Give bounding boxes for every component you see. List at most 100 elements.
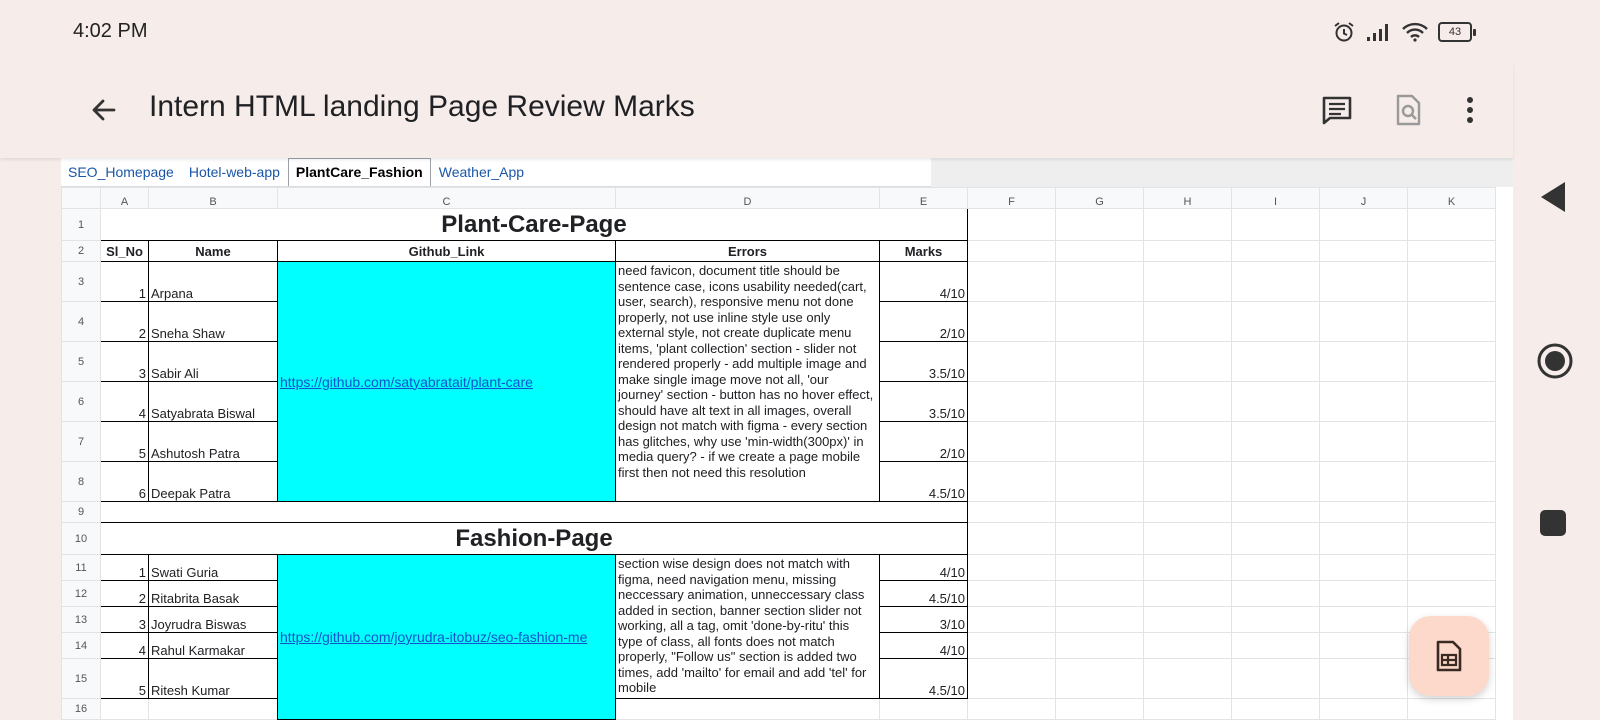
row-header[interactable]: 1 <box>61 208 101 241</box>
row-header[interactable]: 6 <box>61 381 101 422</box>
sl-no-cell[interactable]: 5 <box>100 421 149 462</box>
tab-seo-homepage[interactable]: SEO_Homepage <box>61 159 181 186</box>
name-cell[interactable]: Ritabrita Basak <box>148 580 278 607</box>
marks-cell[interactable]: 3.5/10 <box>879 381 968 422</box>
nav-home-button[interactable] <box>1536 342 1574 385</box>
tab-hotel-web-app[interactable]: Hotel-web-app <box>182 159 287 186</box>
sl-no-cell[interactable]: 3 <box>100 606 149 633</box>
row-header[interactable]: 8 <box>61 461 101 502</box>
spreadsheet-icon <box>1436 640 1462 672</box>
back-button[interactable] <box>84 90 124 130</box>
column-header[interactable]: J <box>1319 187 1408 209</box>
marks-cell[interactable]: 4/10 <box>879 632 968 659</box>
status-bar: 4:02 PM 43 <box>0 0 1513 62</box>
plant-care-title[interactable]: Plant-Care-Page <box>100 208 968 241</box>
name-cell[interactable]: Rahul Karmakar <box>148 632 278 659</box>
column-header[interactable]: A <box>100 187 149 209</box>
marks-cell[interactable]: 4.5/10 <box>879 658 968 699</box>
column-header[interactable]: B <box>148 187 278 209</box>
header-marks[interactable]: Marks <box>879 240 968 262</box>
column-header[interactable]: I <box>1231 187 1320 209</box>
name-cell[interactable]: Sabir Ali <box>148 341 278 382</box>
row-header[interactable]: 7 <box>61 421 101 462</box>
row-header[interactable]: 16 <box>61 698 101 720</box>
errors-cell[interactable]: need favicon, document title should be s… <box>615 261 880 502</box>
open-in-sheets-fab[interactable] <box>1409 616 1489 696</box>
name-cell[interactable]: Swati Guria <box>148 554 278 581</box>
column-header[interactable]: E <box>879 187 968 209</box>
column-header[interactable]: H <box>1143 187 1232 209</box>
name-cell[interactable]: Deepak Patra <box>148 461 278 502</box>
marks-cell[interactable]: 2/10 <box>879 301 968 342</box>
sl-no-cell[interactable]: 1 <box>100 261 149 302</box>
errors-cell[interactable]: section wise design does not match with … <box>615 554 880 699</box>
column-header-row: A B C D E F G H I J K <box>61 187 1496 209</box>
row-header[interactable]: 10 <box>61 522 101 555</box>
fashion-title[interactable]: Fashion-Page <box>100 522 968 555</box>
signal-icon <box>1367 24 1388 41</box>
row-header[interactable]: 4 <box>61 301 101 342</box>
row-header[interactable]: 2 <box>61 240 101 262</box>
table-row: 11 1 Swati Guria https://github.com/joyr… <box>61 554 1496 720</box>
marks-cell[interactable]: 4/10 <box>879 261 968 302</box>
column-header[interactable]: C <box>277 187 616 209</box>
find-in-document-button[interactable] <box>1388 90 1428 130</box>
marks-cell[interactable]: 4.5/10 <box>879 580 968 607</box>
battery-indicator: 43 <box>1438 22 1476 42</box>
github-link-cell[interactable]: https://github.com/joyrudra-itobuz/seo-f… <box>277 554 616 720</box>
row-header[interactable]: 5 <box>61 341 101 382</box>
status-time: 4:02 PM <box>73 20 148 42</box>
column-header[interactable]: D <box>615 187 880 209</box>
row-header[interactable]: 12 <box>61 580 101 607</box>
header-sl-no[interactable]: Sl_No <box>100 240 149 262</box>
row-header[interactable]: 9 <box>61 501 101 523</box>
marks-cell[interactable]: 3/10 <box>879 606 968 633</box>
column-header[interactable]: G <box>1055 187 1144 209</box>
github-link-cell[interactable]: https://github.com/satyabratait/plant-ca… <box>277 261 616 502</box>
select-all-corner[interactable] <box>61 187 101 209</box>
header-name[interactable]: Name <box>148 240 278 262</box>
row-header[interactable]: 13 <box>61 606 101 633</box>
sl-no-cell[interactable]: 2 <box>100 301 149 342</box>
sl-no-cell[interactable]: 1 <box>100 554 149 581</box>
header-github-link[interactable]: Github_Link <box>277 240 616 262</box>
name-cell[interactable]: Joyrudra Biswas <box>148 606 278 633</box>
tab-weather-app[interactable]: Weather_App <box>432 159 531 186</box>
row-header[interactable]: 15 <box>61 658 101 699</box>
marks-cell[interactable]: 4.5/10 <box>879 461 968 502</box>
sl-no-cell[interactable]: 5 <box>100 658 149 699</box>
sheet-tab-bar: SEO_Homepage Hotel-web-app PlantCare_Fas… <box>61 158 931 187</box>
name-cell[interactable]: Ashutosh Patra <box>148 421 278 462</box>
sl-no-cell[interactable]: 4 <box>100 632 149 659</box>
more-options-button[interactable] <box>1458 90 1482 130</box>
marks-cell[interactable]: 4/10 <box>879 554 968 581</box>
sl-no-cell[interactable]: 4 <box>100 381 149 422</box>
sl-no-cell[interactable]: 6 <box>100 461 149 502</box>
tab-plantcare-fashion[interactable]: PlantCare_Fashion <box>287 158 431 186</box>
blank-separator-cell[interactable] <box>100 501 968 523</box>
document-title: Intern HTML landing Page Review Marks <box>149 90 695 123</box>
sl-no-cell[interactable]: 2 <box>100 580 149 607</box>
marks-cell[interactable]: 2/10 <box>879 421 968 462</box>
table-row: 3 1 Arpana https://github.com/satyabrata… <box>61 261 1496 502</box>
column-header[interactable]: K <box>1407 187 1496 209</box>
name-cell[interactable]: Sneha Shaw <box>148 301 278 342</box>
name-cell[interactable]: Ritesh Kumar <box>148 658 278 699</box>
comments-button[interactable] <box>1317 90 1357 130</box>
nav-back-button[interactable] <box>1538 180 1568 219</box>
row-header[interactable]: 3 <box>61 261 101 302</box>
sl-no-cell[interactable]: 3 <box>100 341 149 382</box>
marks-cell[interactable]: 3.5/10 <box>879 341 968 382</box>
name-cell[interactable]: Satyabrata Biswal <box>148 381 278 422</box>
nav-recents-button[interactable] <box>1539 509 1567 542</box>
row-header[interactable]: 11 <box>61 554 101 581</box>
tabs-background <box>931 158 1513 187</box>
column-header[interactable]: F <box>967 187 1056 209</box>
alarm-icon <box>1334 22 1354 42</box>
header-errors[interactable]: Errors <box>615 240 880 262</box>
triangle-back-icon <box>1541 182 1565 212</box>
table-row: 10 Fashion-Page <box>61 522 1496 555</box>
row-header[interactable]: 14 <box>61 632 101 659</box>
table-row: 1 Plant-Care-Page <box>61 208 1496 241</box>
name-cell[interactable]: Arpana <box>148 261 278 302</box>
